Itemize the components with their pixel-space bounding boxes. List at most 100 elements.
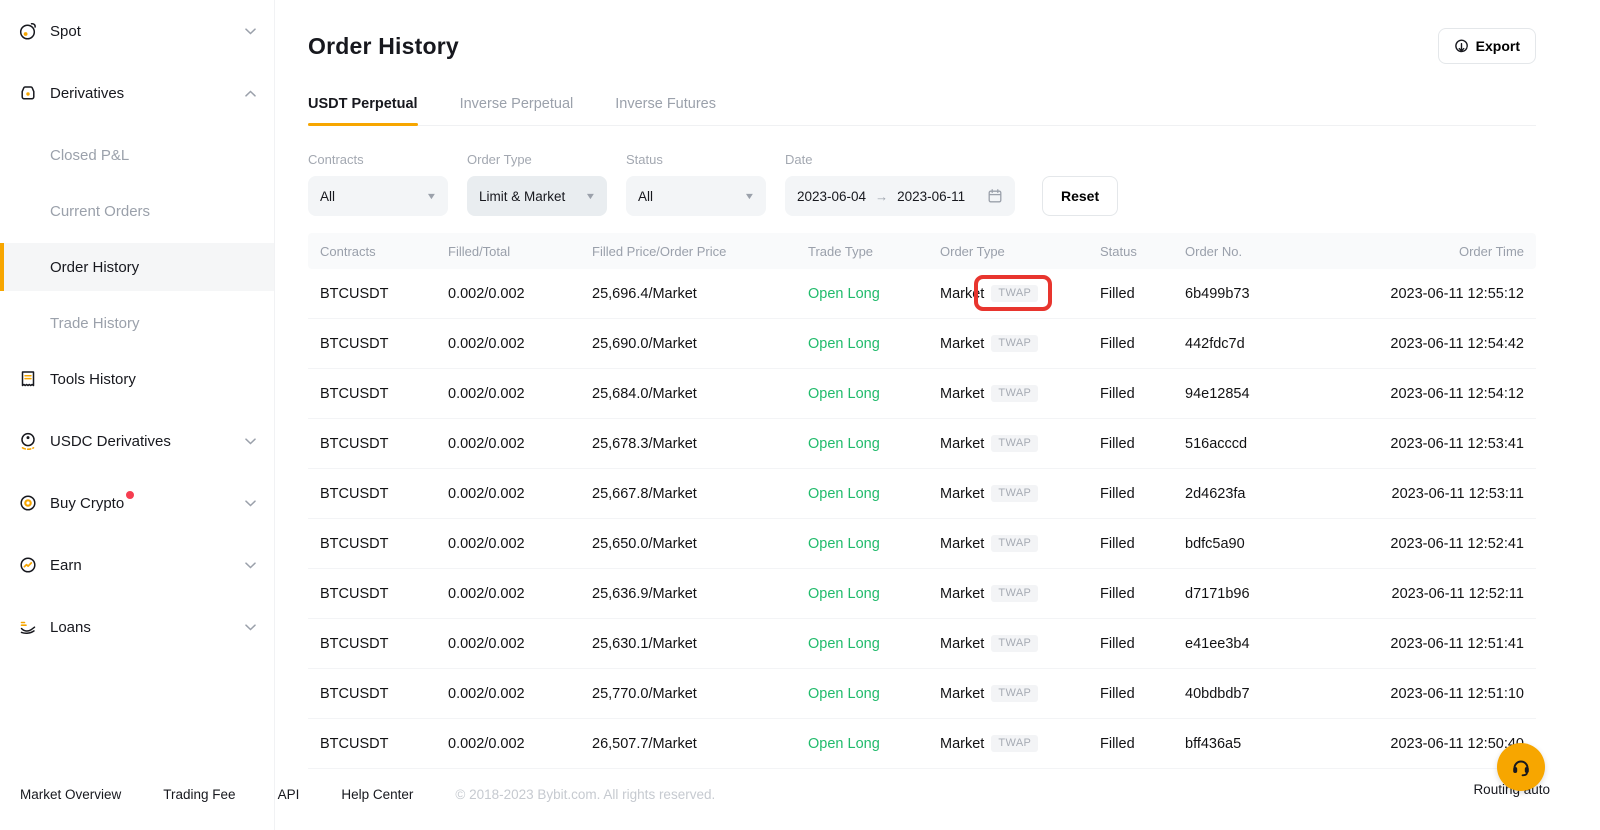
loans-icon: [17, 616, 39, 638]
cell-status: Filled: [1088, 636, 1173, 652]
cell-filled-price: 25,684.0/Market: [580, 386, 796, 402]
cell-contracts: BTCUSDT: [308, 436, 436, 452]
twap-badge: TWAP: [991, 735, 1038, 752]
col-header-order-time: Order Time: [1373, 244, 1536, 259]
cell-order-time: 2023-06-11 12:51:10: [1373, 686, 1536, 702]
status-filter-label: Status: [626, 152, 766, 167]
twap-badge: TWAP: [991, 435, 1038, 452]
table-row: BTCUSDT 0.002/0.002 26,507.7/Market Open…: [308, 719, 1536, 769]
earn-icon: [17, 554, 39, 576]
cell-status: Filled: [1088, 336, 1173, 352]
contracts-select[interactable]: All ▼: [308, 176, 448, 216]
col-header-filled-total: Filled/Total: [436, 244, 580, 259]
usdc-derivatives-icon: [17, 430, 39, 452]
cell-status: Filled: [1088, 436, 1173, 452]
main-content: Order History Export USDT Perpetual Inve…: [275, 0, 1600, 830]
sidebar-item-label: Loans: [50, 619, 91, 636]
cell-order-type: Market TWAP: [928, 485, 1088, 502]
cell-trade-type: Open Long: [796, 586, 928, 602]
cell-order-type: Market TWAP: [928, 585, 1088, 602]
cell-filled-total: 0.002/0.002: [436, 686, 580, 702]
cell-trade-type: Open Long: [796, 436, 928, 452]
sidebar-item-trade-history[interactable]: Trade History: [0, 299, 274, 347]
sidebar-item-closed-pnl[interactable]: Closed P&L: [0, 131, 274, 179]
cell-trade-type: Open Long: [796, 486, 928, 502]
table-row: BTCUSDT 0.002/0.002 25,684.0/Market Open…: [308, 369, 1536, 419]
cell-order-type: Market TWAP: [928, 285, 1088, 302]
twap-badge: TWAP: [991, 385, 1038, 402]
footer-link-market-overview[interactable]: Market Overview: [20, 787, 121, 802]
table-row: BTCUSDT 0.002/0.002 25,770.0/Market Open…: [308, 669, 1536, 719]
cell-order-no: 516acccd: [1173, 436, 1373, 452]
headset-icon: [1509, 755, 1533, 779]
tab-inverse-perpetual[interactable]: Inverse Perpetual: [460, 96, 574, 125]
buy-crypto-icon: [17, 492, 39, 514]
tab-inverse-futures[interactable]: Inverse Futures: [615, 96, 716, 125]
cell-order-time: 2023-06-11 12:55:12: [1373, 286, 1536, 302]
sidebar-item-current-orders[interactable]: Current Orders: [0, 187, 274, 235]
status-select[interactable]: All ▼: [626, 176, 766, 216]
sidebar-item-spot[interactable]: Spot: [0, 7, 274, 55]
contracts-filter-label: Contracts: [308, 152, 448, 167]
export-icon: [1454, 39, 1469, 54]
table-header-row: Contracts Filled/Total Filled Price/Orde…: [308, 233, 1536, 269]
cell-filled-price: 25,690.0/Market: [580, 336, 796, 352]
table-row: BTCUSDT 0.002/0.002 25,690.0/Market Open…: [308, 319, 1536, 369]
col-header-contracts: Contracts: [308, 244, 436, 259]
cell-status: Filled: [1088, 536, 1173, 552]
cell-order-time: 2023-06-11 12:53:11: [1373, 486, 1536, 502]
footer-link-trading-fee[interactable]: Trading Fee: [163, 787, 235, 802]
sidebar-item-loans[interactable]: Loans: [0, 603, 274, 651]
cell-order-time: 2023-06-11 12:53:41: [1373, 436, 1536, 452]
footer-link-help-center[interactable]: Help Center: [341, 787, 413, 802]
cell-order-type: Market TWAP: [928, 635, 1088, 652]
cell-filled-total: 0.002/0.002: [436, 536, 580, 552]
export-button[interactable]: Export: [1438, 28, 1536, 64]
cell-contracts: BTCUSDT: [308, 686, 436, 702]
chevron-down-icon: [245, 500, 256, 507]
sidebar-item-tools-history[interactable]: Tools History: [0, 355, 274, 403]
footer: Market Overview Trading Fee API Help Cen…: [20, 787, 715, 802]
order-type-select[interactable]: Limit & Market ▼: [467, 176, 607, 216]
cell-order-type: Market TWAP: [928, 385, 1088, 402]
chevron-down-icon: [245, 624, 256, 631]
footer-link-api[interactable]: API: [278, 787, 300, 802]
cell-filled-total: 0.002/0.002: [436, 636, 580, 652]
cell-order-no: e41ee3b4: [1173, 636, 1373, 652]
sidebar-item-derivatives[interactable]: Derivatives: [0, 69, 274, 117]
twap-badge: TWAP: [991, 285, 1038, 302]
filter-bar: Contracts All ▼ Order Type Limit & Marke…: [308, 152, 1536, 216]
sidebar-item-order-history[interactable]: Order History: [0, 243, 274, 291]
page-title: Order History: [308, 33, 459, 60]
arrow-right-icon: →: [875, 189, 888, 204]
support-button[interactable]: [1497, 743, 1545, 791]
cell-filled-price: 25,630.1/Market: [580, 636, 796, 652]
sidebar-item-usdc-derivatives[interactable]: USDC Derivatives: [0, 417, 274, 465]
cell-contracts: BTCUSDT: [308, 586, 436, 602]
cell-filled-price: 25,770.0/Market: [580, 686, 796, 702]
cell-filled-total: 0.002/0.002: [436, 736, 580, 752]
cell-filled-total: 0.002/0.002: [436, 286, 580, 302]
date-range-picker[interactable]: 2023-06-04 → 2023-06-11: [785, 176, 1015, 216]
sidebar-item-label: Earn: [50, 557, 82, 574]
table-row: BTCUSDT 0.002/0.002 25,636.9/Market Open…: [308, 569, 1536, 619]
cell-status: Filled: [1088, 586, 1173, 602]
cell-trade-type: Open Long: [796, 686, 928, 702]
cell-order-no: 94e12854: [1173, 386, 1373, 402]
cell-trade-type: Open Long: [796, 736, 928, 752]
caret-down-icon: ▼: [426, 191, 438, 201]
copyright-text: © 2018-2023 Bybit.com. All rights reserv…: [455, 787, 715, 802]
col-header-order-no: Order No.: [1173, 244, 1373, 259]
sidebar-item-buy-crypto[interactable]: Buy Crypto: [0, 479, 274, 527]
sidebar-item-earn[interactable]: Earn: [0, 541, 274, 589]
tab-usdt-perpetual[interactable]: USDT Perpetual: [308, 96, 418, 125]
cell-contracts: BTCUSDT: [308, 286, 436, 302]
chevron-down-icon: [245, 438, 256, 445]
cell-order-no: bff436a5: [1173, 736, 1373, 752]
reset-button[interactable]: Reset: [1042, 176, 1118, 216]
cell-trade-type: Open Long: [796, 636, 928, 652]
cell-status: Filled: [1088, 286, 1173, 302]
cell-order-time: 2023-06-11 12:54:12: [1373, 386, 1536, 402]
cell-order-no: 2d4623fa: [1173, 486, 1373, 502]
sidebar-item-label: Buy Crypto: [50, 495, 124, 512]
